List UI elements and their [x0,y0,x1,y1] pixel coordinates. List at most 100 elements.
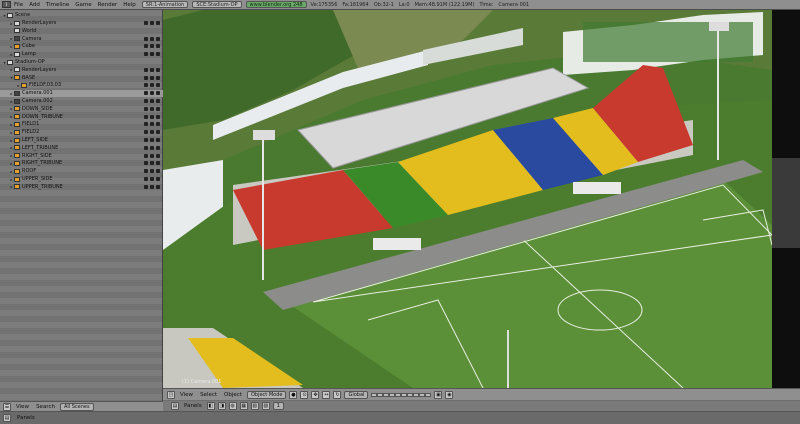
blender-url-badge[interactable]: www.blender.org 248 [245,1,307,8]
cursor-icon[interactable] [150,44,154,49]
visibility-toggles[interactable] [144,51,160,58]
info-window-icon[interactable]: i [2,1,11,8]
eye-icon[interactable] [144,67,148,72]
eye-icon[interactable] [144,169,148,174]
eye-icon[interactable] [144,106,148,111]
render-toggle-icon[interactable] [156,52,160,57]
eye-icon[interactable] [144,184,148,189]
cursor-icon[interactable] [150,169,154,174]
visibility-toggles[interactable] [144,90,160,97]
visibility-toggles[interactable] [144,137,160,144]
cursor-icon[interactable] [150,52,154,57]
cursor-icon[interactable] [150,36,154,41]
cursor-icon[interactable] [150,122,154,127]
outliner-row[interactable]: ▸ RIGHT_TRIBUNE [0,160,163,167]
visibility-toggles[interactable] [144,168,160,175]
eye-icon[interactable] [144,122,148,127]
pivot-icon[interactable]: ⊙ [300,390,309,399]
render-toggle-icon[interactable] [156,138,160,143]
outliner-row[interactable]: ▾ Stadium-OP [0,59,163,66]
manipulator-icon[interactable]: ✥ [311,390,320,399]
eye-icon[interactable] [144,44,148,49]
visibility-toggles[interactable] [144,176,160,183]
render-toggle-icon[interactable] [156,83,160,88]
outliner-row[interactable]: ▸ RIGHT_SIDE [0,152,163,159]
eye-icon[interactable] [144,153,148,158]
visibility-toggles[interactable] [144,113,160,120]
eye-icon[interactable] [144,177,148,182]
render-icon[interactable]: ◉ [445,390,454,399]
menu-timeline[interactable]: Timeline [46,2,69,8]
eye-icon[interactable] [144,161,148,166]
menu-help[interactable]: Help [123,2,136,8]
eye-icon[interactable] [144,83,148,88]
menu-object[interactable]: Object [224,392,242,398]
render-toggle-icon[interactable] [156,153,160,158]
cursor-icon[interactable] [150,130,154,135]
outliner-row[interactable]: ▸ Camera [0,35,163,42]
frame-field[interactable]: 1 [272,402,284,410]
panels-editor-icon[interactable]: ▤ [3,414,11,422]
render-toggle-icon[interactable] [156,177,160,182]
menu-select[interactable]: Select [200,392,217,398]
outliner-row[interactable]: ▾ Scene [0,12,163,19]
logic-icon[interactable]: ◧ [206,402,215,410]
outliner-menu-view[interactable]: View [16,404,29,410]
outliner-row[interactable]: ▸ Camera.001 [0,90,163,97]
visibility-toggles[interactable] [144,20,160,27]
render-toggle-icon[interactable] [156,99,160,104]
cursor-icon[interactable] [150,177,154,182]
menu-render[interactable]: Render [98,2,118,8]
render-toggle-icon[interactable] [156,106,160,111]
cursor-icon[interactable] [150,161,154,166]
render-toggle-icon[interactable] [156,130,160,135]
outliner-row[interactable]: World [0,28,163,35]
render-toggle-icon[interactable] [156,67,160,72]
render-toggle-icon[interactable] [156,169,160,174]
visibility-toggles[interactable] [144,160,160,167]
outliner-row[interactable]: ▸ Lamp [0,51,163,58]
script-icon[interactable]: ◨ [217,402,226,410]
render-toggle-icon[interactable] [156,91,160,96]
cursor-icon[interactable] [150,67,154,72]
cursor-icon[interactable] [150,21,154,26]
outliner-row[interactable]: ▸ UPPER_TRIBUNE [0,184,163,191]
cursor-icon[interactable] [150,138,154,143]
eye-icon[interactable] [144,21,148,26]
draw-type-icon[interactable]: ● [289,390,298,399]
cursor-icon[interactable] [150,99,154,104]
3d-viewport[interactable] [163,10,772,388]
cursor-icon[interactable] [150,153,154,158]
eye-icon[interactable] [144,138,148,143]
scene-selector[interactable]: SCE:Stadium-OP [192,1,242,8]
screen-selector[interactable]: SR:1-Animation [141,1,189,8]
render-toggle-icon[interactable] [156,122,160,127]
editor-type-icon[interactable]: ◳ [167,390,175,399]
render-toggle-icon[interactable] [156,114,160,119]
panels-label[interactable]: Panels [184,403,202,409]
layer-buttons[interactable] [371,392,432,397]
eye-icon[interactable] [144,99,148,104]
scene-icon[interactable]: ▨ [261,402,270,410]
outliner-row[interactable]: ▸ RenderLayers [0,67,163,74]
outliner-row[interactable]: ▸ Camera.002 [0,98,163,105]
visibility-toggles[interactable] [144,121,160,128]
eye-icon[interactable] [144,75,148,80]
outliner-row[interactable]: ▸ ROOF [0,168,163,175]
eye-icon[interactable] [144,130,148,135]
outliner-row[interactable]: ▸ LEFT_SIDE [0,137,163,144]
orientation-selector[interactable]: Global [344,390,369,399]
visibility-toggles[interactable] [144,98,160,105]
eye-icon[interactable] [144,145,148,150]
mode-selector[interactable]: Object Mode [246,390,287,399]
cursor-icon[interactable] [150,114,154,119]
outliner-row[interactable]: ▸ LEFT_TRIBUNE [0,145,163,152]
outliner-menu-search[interactable]: Search [36,404,55,410]
visibility-toggles[interactable] [144,82,160,89]
layer-button[interactable] [425,392,432,397]
outliner-editor-icon[interactable]: ☰ [3,402,11,411]
buttons-editor-icon[interactable]: ▤ [171,402,179,410]
lock-icon[interactable]: ▣ [434,390,443,399]
shading-icon[interactable]: ◍ [228,402,237,410]
eye-icon[interactable] [144,114,148,119]
